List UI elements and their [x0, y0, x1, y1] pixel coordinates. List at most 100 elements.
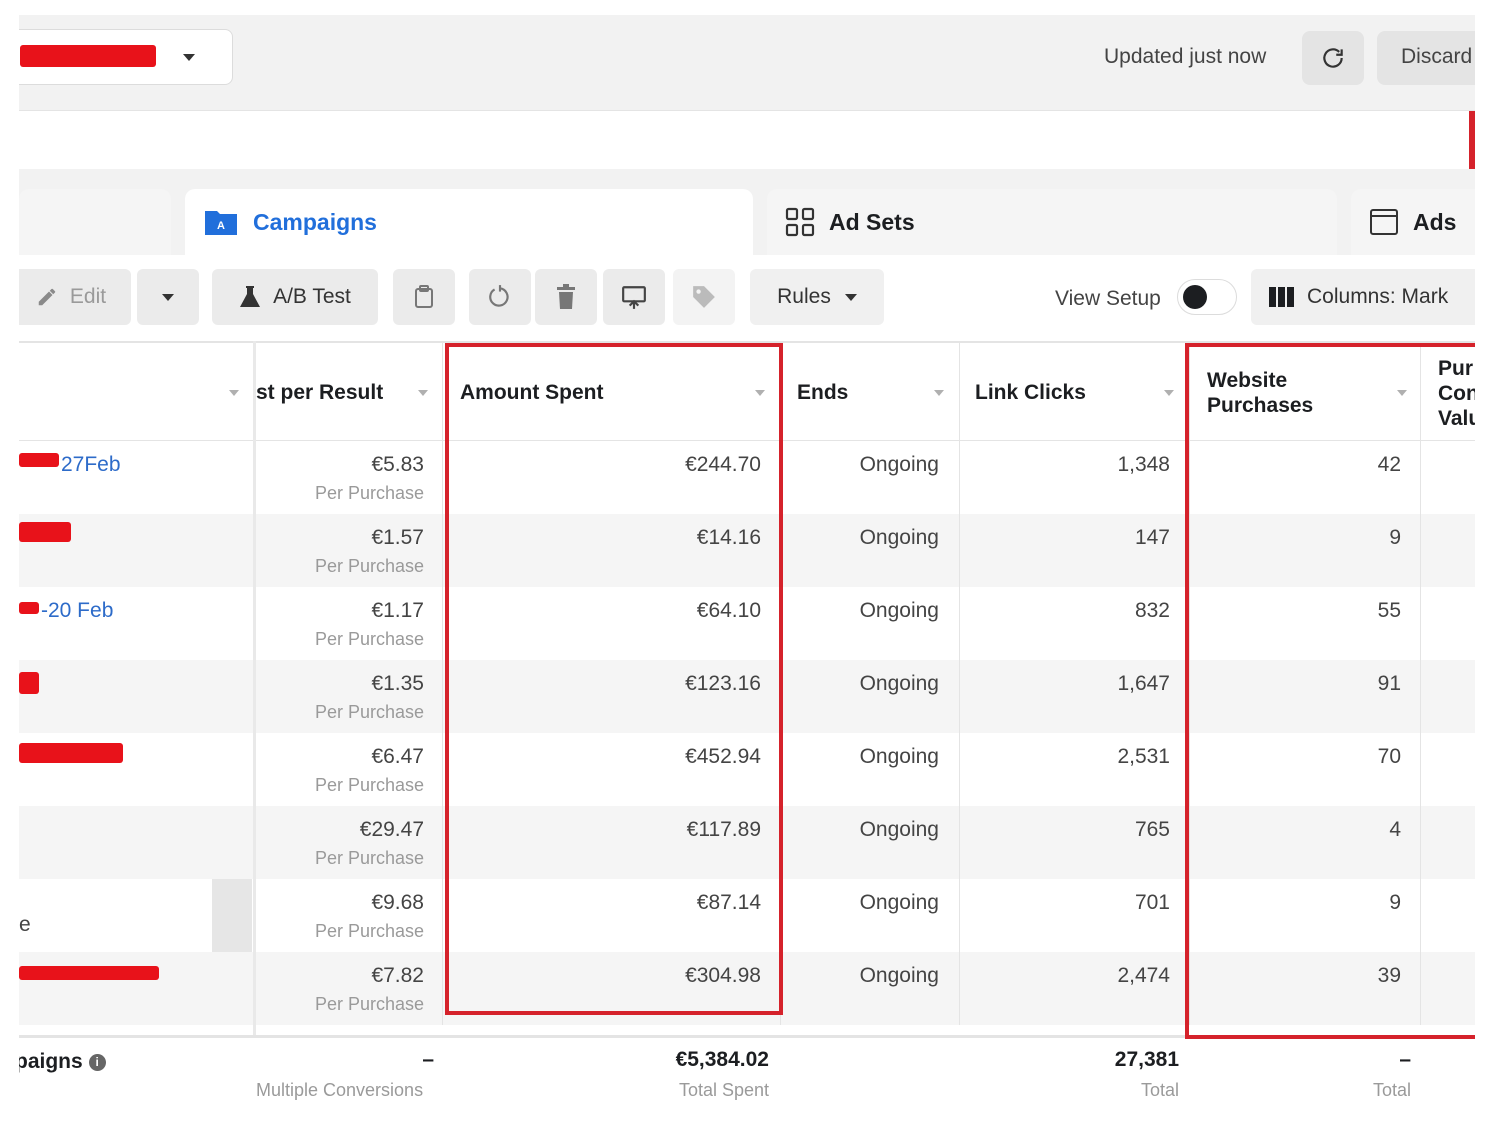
- duplicate-button[interactable]: [393, 269, 455, 325]
- export-button[interactable]: [603, 269, 665, 325]
- view-setup-label: View Setup: [1055, 287, 1161, 310]
- website-purchases-cell: 9: [1389, 526, 1401, 549]
- tag-button[interactable]: [673, 269, 735, 325]
- ends-header-label: Ends: [797, 381, 849, 404]
- cost-per-result-sub: Per Purchase: [314, 702, 424, 722]
- table-row[interactable]: €6.47 Per Purchase €452.94 Ongoing 2,531 70: [19, 733, 1475, 806]
- cost-per-result-cell: €1.35 Per Purchase: [256, 672, 424, 723]
- cost-per-result-cell: €29.47 Per Purchase: [256, 818, 424, 869]
- cost-per-result-sub: Per Purchase: [314, 556, 424, 576]
- tab-campaigns[interactable]: A Campaigns: [185, 189, 753, 255]
- redacted-campaign-name: [19, 672, 39, 694]
- amount-spent-cell: €304.98: [685, 964, 761, 987]
- column-divider: [959, 343, 960, 443]
- chevron-down-icon: [844, 293, 857, 301]
- column-header-link-clicks[interactable]: Link Clicks: [975, 343, 1175, 443]
- row-selection-cell[interactable]: [212, 879, 252, 952]
- table-row[interactable]: €29.47 Per Purchase €117.89 Ongoing 765 4: [19, 806, 1475, 879]
- rules-label: Rules: [777, 285, 831, 308]
- column-divider: [959, 879, 960, 952]
- column-divider: [959, 806, 960, 879]
- ends-cell: Ongoing: [859, 526, 939, 549]
- ab-test-button[interactable]: A/B Test: [212, 269, 378, 325]
- cost-per-result-cell: €7.82 Per Purchase: [256, 964, 424, 1015]
- undo-button[interactable]: [469, 269, 531, 325]
- footer-clicks-sub: Total: [1140, 1080, 1179, 1100]
- view-setup-toggle[interactable]: [1177, 279, 1237, 315]
- table-row[interactable]: €1.35 Per Purchase €123.16 Ongoing 1,647 91: [19, 660, 1475, 733]
- column-divider: [1420, 343, 1421, 443]
- column-header-ends[interactable]: Ends: [797, 343, 957, 443]
- link-clicks-cell: 1,348: [1117, 453, 1170, 476]
- campaign-name-link[interactable]: 27Feb: [61, 453, 121, 477]
- tab-ad-sets[interactable]: Ad Sets: [767, 189, 1337, 255]
- ends-cell: Ongoing: [859, 672, 939, 695]
- column-header-website-purchases[interactable]: Website Purchases: [1207, 343, 1407, 443]
- campaign-name-link[interactable]: -20 Feb: [41, 599, 113, 623]
- amount-spent-cell: €452.94: [685, 745, 761, 768]
- amount-spent-cell: €244.70: [685, 453, 761, 476]
- table-row[interactable]: -20 Feb €1.17 Per Purchase €64.10 Ongoing…: [19, 587, 1475, 660]
- edit-dropdown-button[interactable]: [137, 269, 199, 325]
- column-divider: [442, 952, 443, 1025]
- campaign-folder-icon: A: [203, 207, 239, 237]
- column-divider: [780, 587, 781, 660]
- delete-button[interactable]: [535, 269, 597, 325]
- column-divider: [780, 879, 781, 952]
- table-row[interactable]: 27Feb €5.83 Per Purchase €244.70 Ongoing 1…: [19, 441, 1475, 514]
- trash-icon: [557, 284, 575, 309]
- cost-per-result-cell: €9.68 Per Purchase: [256, 891, 424, 942]
- amount-spent-cell: €14.16: [696, 526, 761, 549]
- footer-website-purchases: – Total: [1319, 1048, 1411, 1101]
- column-header-name[interactable]: [19, 343, 252, 443]
- column-header-amount-spent[interactable]: Amount Spent: [460, 343, 780, 443]
- footer-label-text: paigns i: [19, 1050, 106, 1074]
- undo-icon: [489, 285, 509, 307]
- column-divider: [1420, 441, 1421, 514]
- toolbar: Edit A/B Test Rules View Setup Columns: …: [19, 255, 1475, 341]
- refresh-button[interactable]: [1302, 31, 1364, 85]
- account-selector[interactable]: [19, 29, 233, 85]
- tab-ads-label: Ads: [1413, 208, 1457, 235]
- column-divider: [1420, 587, 1421, 660]
- campaign-name-link[interactable]: e: [19, 913, 31, 937]
- rules-dropdown[interactable]: Rules: [750, 269, 884, 325]
- column-divider: [1189, 879, 1190, 952]
- column-divider: [1189, 952, 1190, 1025]
- column-divider: [442, 441, 443, 514]
- cost-per-result-sub: Per Purchase: [314, 629, 424, 649]
- cost-per-result-cell: €1.57 Per Purchase: [256, 526, 424, 577]
- columns-dropdown[interactable]: Columns: Mark: [1251, 269, 1475, 325]
- link-clicks-header-label: Link Clicks: [975, 381, 1086, 404]
- tab-account-overview[interactable]: [19, 189, 171, 255]
- info-icon[interactable]: i: [88, 1054, 106, 1071]
- cost-per-result-cell: €6.47 Per Purchase: [256, 745, 424, 796]
- edit-button[interactable]: Edit: [19, 269, 131, 325]
- discard-button[interactable]: Discard: [1377, 31, 1475, 85]
- edit-label: Edit: [69, 285, 107, 308]
- column-divider: [442, 514, 443, 587]
- table-row[interactable]: e €9.68 Per Purchase €87.14 Ongoing 701 9: [19, 879, 1475, 952]
- ends-cell: Ongoing: [859, 453, 939, 476]
- link-clicks-cell: 1,647: [1117, 672, 1170, 695]
- column-divider: [442, 587, 443, 660]
- cost-per-result-sub: Per Purchase: [314, 921, 424, 941]
- tab-campaigns-label: Campaigns: [253, 208, 377, 235]
- amount-spent-cell: €87.14: [696, 891, 761, 914]
- tab-ad-sets-label: Ad Sets: [829, 208, 915, 235]
- tab-ads[interactable]: Ads: [1351, 189, 1475, 255]
- column-header-purchase-conversion-value[interactable]: Pur Con Valu: [1438, 343, 1475, 443]
- ends-cell: Ongoing: [859, 964, 939, 987]
- sort-icon: [755, 390, 765, 396]
- toggle-knob: [1183, 285, 1207, 309]
- sort-icon: [1164, 390, 1174, 396]
- footer-cost-per-result: – Multiple Conversions: [256, 1048, 434, 1101]
- redacted-campaign-name: [19, 966, 159, 980]
- ad-window-icon: [1369, 207, 1399, 237]
- ends-cell: Ongoing: [859, 599, 939, 622]
- column-header-cost-per-result[interactable]: st per Result: [256, 343, 446, 443]
- column-divider: [1420, 879, 1421, 952]
- ends-cell: Ongoing: [859, 818, 939, 841]
- table-row[interactable]: €7.82 Per Purchase €304.98 Ongoing 2,474 39: [19, 952, 1475, 1025]
- table-row[interactable]: €1.57 Per Purchase €14.16 Ongoing 147 9: [19, 514, 1475, 587]
